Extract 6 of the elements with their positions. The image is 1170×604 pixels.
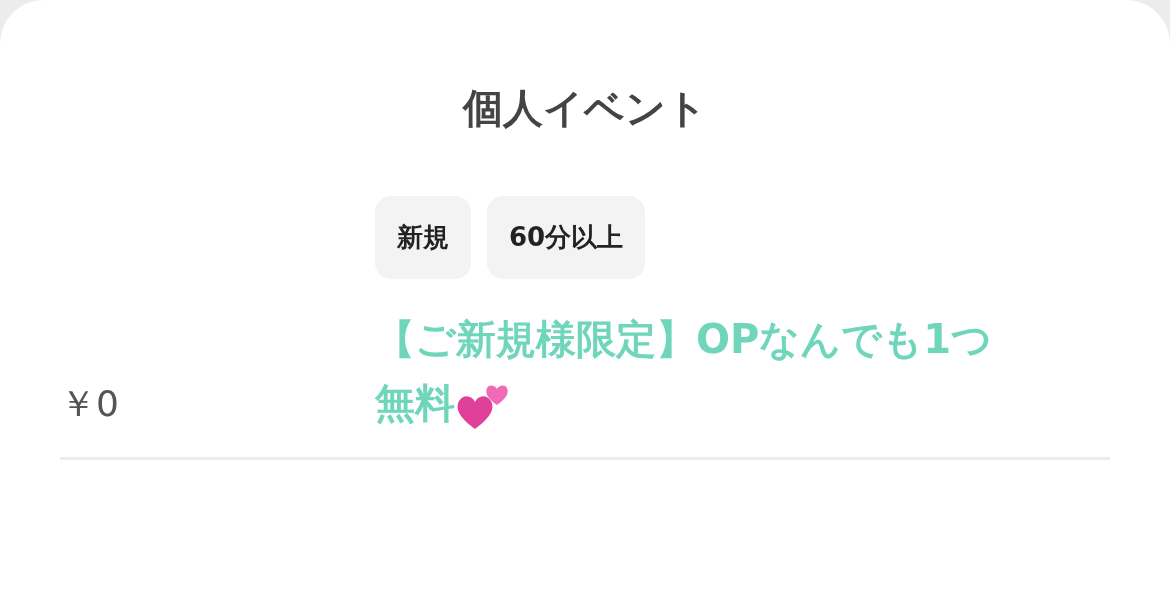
tag: 60分以上 xyxy=(487,196,646,279)
offer-text: 【ご新規様限定】OPなんでも1つ xyxy=(375,315,993,364)
offer-text: 無料 xyxy=(375,379,455,428)
price: ￥0 xyxy=(60,382,119,426)
event-title: 個人イベント xyxy=(461,84,708,133)
tag: 新規 xyxy=(375,196,471,279)
